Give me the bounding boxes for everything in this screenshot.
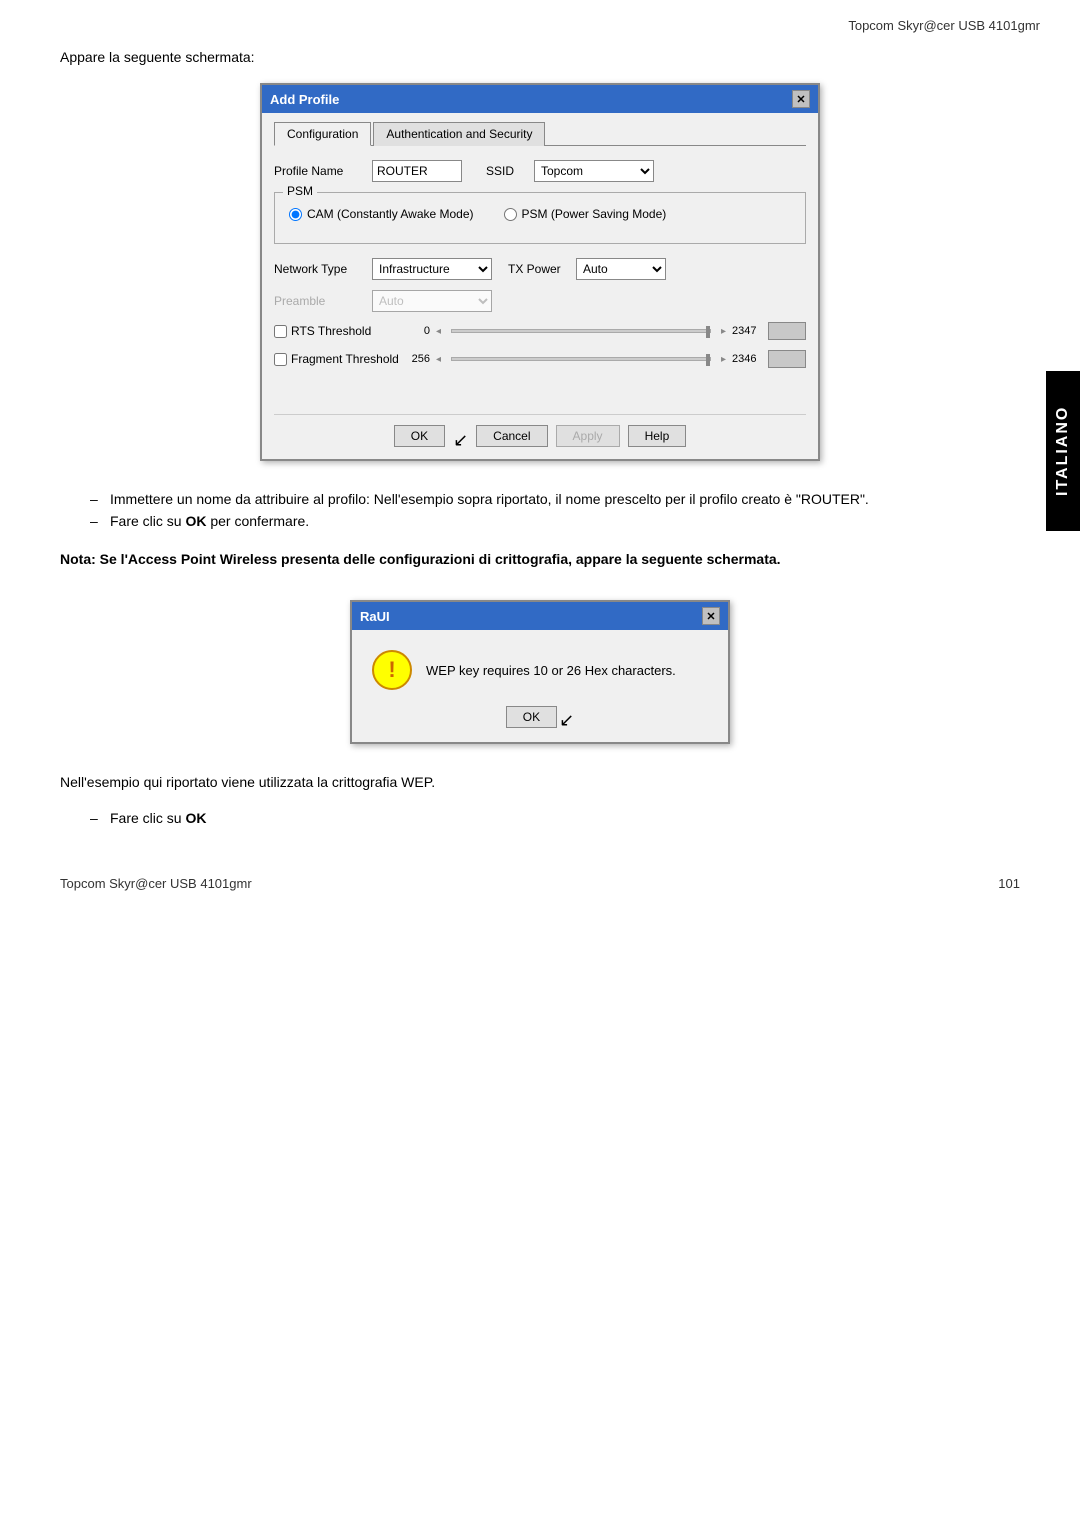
rts-slider-arrow-right: ▸ — [721, 326, 726, 337]
warning-icon: ! — [372, 650, 412, 690]
dialog-buttons: OK ↙ Cancel Apply Help — [274, 414, 806, 447]
intro-text: Appare la seguente schermata: — [60, 49, 1020, 65]
tx-power-label: TX Power — [508, 262, 568, 276]
bullet-text-1: Immettere un nome da attribuire al profi… — [110, 491, 869, 507]
bottom-bullet-item: Fare clic su OK — [90, 810, 1020, 826]
rts-checkbox[interactable] — [274, 325, 287, 338]
tab-configuration[interactable]: Configuration — [274, 122, 371, 146]
tab-authentication-security[interactable]: Authentication and Security — [373, 122, 545, 146]
fragment-slider-arrow-left: ◂ — [436, 354, 441, 365]
psm-radio-label[interactable]: PSM (Power Saving Mode) — [504, 207, 667, 221]
rts-min-value: 0 — [410, 325, 430, 337]
preamble-select[interactable]: Auto — [372, 290, 492, 312]
footer-brand: Topcom Skyr@cer USB 4101gmr — [60, 876, 252, 891]
cam-radio[interactable] — [289, 208, 302, 221]
apply-button-disabled: Apply — [556, 425, 620, 447]
bullet-prefix-2: Fare clic su — [110, 513, 185, 529]
dialog-title: Add Profile — [270, 92, 339, 107]
dialog-content: Configuration Authentication and Securit… — [262, 113, 818, 459]
bottom-bullet-list: Fare clic su OK — [90, 810, 1020, 826]
dialog-titlebar: Add Profile ✕ — [262, 85, 818, 113]
psm-radio[interactable] — [504, 208, 517, 221]
raui-close-button[interactable]: ✕ — [702, 607, 720, 625]
psm-group-title: PSM — [283, 184, 317, 198]
raui-ok-button[interactable]: OK — [506, 706, 557, 728]
cam-label: CAM (Constantly Awake Mode) — [307, 207, 474, 221]
bullet-item-1: Immettere un nome da attribuire al profi… — [90, 491, 1020, 507]
page-footer: Topcom Skyr@cer USB 4101gmr 101 — [0, 866, 1080, 901]
profile-name-row: Profile Name SSID Topcom — [274, 160, 806, 182]
footer-page: 101 — [998, 876, 1020, 891]
page-header: Topcom Skyr@cer USB 4101gmr — [0, 0, 1080, 39]
raui-message: WEP key requires 10 or 26 Hex characters… — [426, 663, 676, 678]
raui-cursor-arrow: ↙ — [559, 710, 574, 732]
fragment-value-input[interactable]: 2346 — [768, 350, 806, 368]
raui-titlebar: RaUI ✕ — [352, 602, 728, 630]
fragment-min-value: 256 — [410, 353, 430, 365]
ssid-label: SSID — [486, 164, 526, 178]
fragment-slider-arrow-right: ▸ — [721, 354, 726, 365]
ok-button[interactable]: OK — [394, 425, 445, 447]
psm-group: PSM CAM (Constantly Awake Mode) PSM (Pow… — [274, 192, 806, 244]
profile-name-label: Profile Name — [274, 164, 364, 178]
brand-header: Topcom Skyr@cer USB 4101gmr — [848, 18, 1040, 33]
bullet-list: Immettere un nome da attribuire al profi… — [90, 491, 1020, 529]
network-type-label: Network Type — [274, 262, 364, 276]
fragment-threshold-row: Fragment Threshold 256 ◂ ▸ 2346 2346 — [274, 350, 806, 368]
tab-bar: Configuration Authentication and Securit… — [274, 121, 806, 146]
rts-value-input[interactable]: 2347 — [768, 322, 806, 340]
psm-label: PSM (Power Saving Mode) — [522, 207, 667, 221]
raui-dialog: RaUI ✕ ! WEP key requires 10 or 26 Hex c… — [350, 600, 730, 744]
psm-radio-row: CAM (Constantly Awake Mode) PSM (Power S… — [289, 203, 791, 229]
ssid-select[interactable]: Topcom — [534, 160, 654, 182]
network-type-row: Network Type Infrastructure TX Power Aut… — [274, 258, 806, 280]
preamble-row: Preamble Auto — [274, 290, 806, 312]
raui-title: RaUI — [360, 609, 390, 624]
raui-body: ! WEP key requires 10 or 26 Hex characte… — [352, 630, 728, 706]
fragment-slider-track[interactable] — [451, 357, 711, 361]
cancel-button[interactable]: Cancel — [476, 425, 547, 447]
profile-name-input[interactable] — [372, 160, 462, 182]
rts-label: RTS Threshold — [291, 324, 371, 338]
ok-cursor-arrow: ↙ — [453, 430, 468, 451]
rts-checkbox-label[interactable]: RTS Threshold — [274, 324, 404, 338]
bullet-bold-2: OK — [185, 513, 206, 529]
rts-slider-track[interactable] — [451, 329, 711, 333]
dialog-close-button[interactable]: ✕ — [792, 90, 810, 108]
sidebar-label: ITALIANO — [1046, 371, 1080, 531]
raui-buttons: OK ↙ — [352, 706, 728, 742]
fragment-max-value: 2346 — [732, 353, 762, 365]
add-profile-dialog: Add Profile ✕ Configuration Authenticati… — [260, 83, 820, 461]
rts-threshold-row: RTS Threshold 0 ◂ ▸ 2347 2347 — [274, 322, 806, 340]
fragment-checkbox-label[interactable]: Fragment Threshold — [274, 352, 404, 366]
preamble-label: Preamble — [274, 294, 364, 308]
help-button[interactable]: Help — [628, 425, 687, 447]
tx-power-select[interactable]: Auto — [576, 258, 666, 280]
rts-slider-arrow-left: ◂ — [436, 326, 441, 337]
bottom-text: Nell'esempio qui riportato viene utilizz… — [60, 774, 1020, 790]
fragment-checkbox[interactable] — [274, 353, 287, 366]
network-type-select[interactable]: Infrastructure — [372, 258, 492, 280]
note-text: Nota: Se l'Access Point Wireless present… — [60, 549, 1020, 570]
rts-max-value: 2347 — [732, 325, 762, 337]
bullet-suffix-2: per confermare. — [206, 513, 309, 529]
cam-radio-label[interactable]: CAM (Constantly Awake Mode) — [289, 207, 474, 221]
fragment-label: Fragment Threshold — [291, 352, 399, 366]
bottom-bullet-prefix: Fare clic su — [110, 810, 185, 826]
bullet-item-2: Fare clic su OK per confermare. — [90, 513, 1020, 529]
bottom-bullet-bold: OK — [185, 810, 206, 826]
